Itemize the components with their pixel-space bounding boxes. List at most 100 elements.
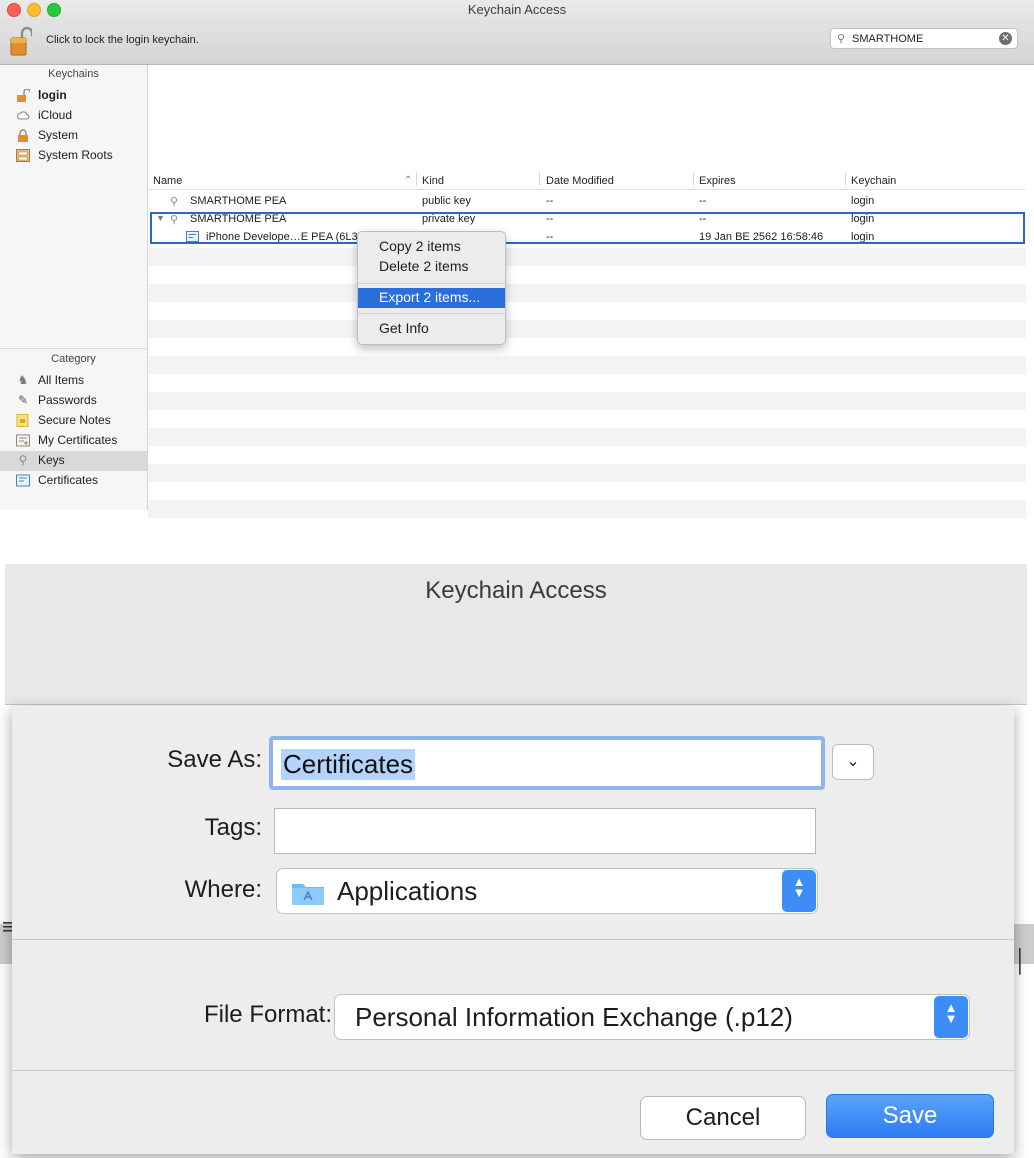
menu-item-label: Copy 2 items	[379, 238, 461, 254]
row-name: SMARTHOME PEA	[190, 195, 287, 207]
sidebar-item-secure-notes[interactable]: Secure Notes	[0, 411, 147, 431]
tags-label: Tags:	[204, 814, 262, 841]
expand-dialog-button[interactable]: ⌄	[832, 744, 874, 780]
sidebar-item-label: My Certificates	[38, 433, 118, 447]
sidebar-item-label: Passwords	[38, 393, 97, 407]
column-divider	[693, 172, 694, 186]
selected-rows-outline	[150, 212, 1025, 244]
items-table-area: Name ⌃ Kind Date Modified Expires Keycha…	[148, 65, 1034, 518]
file-format-label: File Format:	[203, 1001, 332, 1028]
menu-separator	[358, 313, 505, 314]
all-items-icon: ♞	[17, 373, 29, 387]
dialog-window-title: Keychain Access	[425, 577, 607, 604]
sidebar-item-system[interactable]: System	[0, 126, 147, 146]
table-stripe	[148, 356, 1026, 374]
row-date: --	[546, 195, 554, 207]
menu-item-copy[interactable]: Copy 2 items	[358, 237, 505, 257]
menu-item-label: Get Info	[379, 320, 429, 336]
where-popup[interactable]: Applications ▲ ▼	[276, 868, 818, 914]
sidebar-item-label: login	[38, 88, 67, 102]
column-divider	[416, 172, 417, 186]
sidebar-item-keys[interactable]: ⚲ Keys	[0, 451, 147, 471]
table-stripe	[148, 320, 1026, 338]
sort-ascending-icon: ⌃	[404, 175, 413, 186]
lock-open-icon[interactable]	[10, 26, 32, 56]
sidebar-item-label: Certificates	[38, 473, 99, 487]
sidebar-divider	[0, 348, 147, 349]
stepper-arrows-icon: ▲ ▼	[782, 870, 816, 912]
context-menu: Copy 2 items Delete 2 items Export 2 ite…	[357, 231, 506, 345]
search-input-value: SMARTHOME	[852, 33, 924, 45]
window-titlebar: Keychain Access Click to lock the login …	[0, 0, 1034, 65]
key-icon: ⚲	[170, 196, 179, 208]
chevron-down-icon: ⌄	[846, 753, 860, 770]
clear-circle-icon[interactable]: ✕	[999, 32, 1012, 45]
sidebar-item-passwords[interactable]: ✎ Passwords	[0, 391, 147, 411]
row-keychain: login	[851, 195, 875, 207]
sidebar-item-all-items[interactable]: ♞ All Items	[0, 371, 147, 391]
cancel-button[interactable]: Cancel	[640, 1096, 806, 1140]
certificate-icon	[16, 474, 30, 487]
category-header: Category	[51, 353, 96, 365]
where-value: Applications	[337, 876, 478, 906]
save-button[interactable]: Save	[826, 1094, 994, 1138]
file-format-value: Personal Information Exchange (.p12)	[355, 1002, 793, 1032]
menu-separator	[358, 283, 505, 284]
save-as-field[interactable]: Certificates	[269, 736, 825, 790]
table-row[interactable]: ⚲ SMARTHOME PEA public key -- -- login	[148, 192, 1026, 210]
cabinet-icon	[16, 149, 30, 162]
sidebar-item-label: System Roots	[38, 148, 113, 162]
export-dialog-window: Keychain Access ≡ │ Save As: Certificate…	[0, 564, 1034, 1158]
note-icon	[16, 414, 29, 427]
table-stripe	[148, 428, 1026, 446]
stepper-arrows-icon: ▲ ▼	[934, 996, 968, 1038]
table-stripe	[148, 392, 1026, 410]
search-input[interactable]: ⚲ SMARTHOME ✕	[830, 28, 1018, 49]
column-header-kind[interactable]: Kind	[422, 175, 444, 187]
save-as-value: Certificates	[281, 749, 416, 780]
menu-item-delete[interactable]: Delete 2 items	[358, 257, 505, 277]
menu-item-get-info[interactable]: Get Info	[358, 319, 505, 339]
table-stripe	[148, 464, 1026, 482]
sidebar: Keychains login iCloud System System Roo…	[0, 65, 148, 510]
sheet-divider	[12, 939, 1014, 940]
sidebar-item-certificates[interactable]: Certificates	[0, 471, 147, 491]
sidebar-item-system-roots[interactable]: System Roots	[0, 146, 147, 166]
column-header-keychain[interactable]: Keychain	[851, 175, 896, 187]
window-title: Keychain Access	[467, 2, 567, 17]
pen-icon: ✎	[17, 393, 29, 407]
sidebar-item-icloud[interactable]: iCloud	[0, 106, 147, 126]
table-header: Name ⌃ Kind Date Modified Expires Keycha…	[148, 170, 1026, 190]
column-divider	[539, 172, 540, 186]
sidebar-item-label: Secure Notes	[38, 413, 111, 427]
row-expires: --	[699, 195, 707, 207]
file-format-popup[interactable]: Personal Information Exchange (.p12) ▲ ▼	[334, 994, 970, 1040]
table-stripe	[148, 248, 1026, 266]
row-kind: public key	[422, 195, 471, 207]
column-header-name[interactable]: Name	[153, 175, 182, 187]
background-window-fragment: │	[1014, 948, 1028, 973]
lock-status-text: Click to lock the login keychain.	[46, 34, 199, 46]
menu-item-label: Delete 2 items	[379, 258, 469, 274]
sidebar-item-label: System	[38, 128, 79, 142]
sidebar-item-label: iCloud	[38, 108, 73, 122]
certificate-icon	[16, 434, 30, 447]
magnifier-icon: ⚲	[837, 33, 846, 45]
save-sheet: Save As: Certificates ⌄ Tags: Where: App…	[12, 706, 1014, 1154]
folder-icon	[292, 884, 324, 905]
sidebar-item-login[interactable]: login	[0, 86, 147, 106]
sidebar-item-label: Keys	[38, 453, 65, 467]
keychain-access-window: Keychain Access Click to lock the login …	[0, 0, 1034, 518]
column-header-expires[interactable]: Expires	[699, 175, 736, 187]
sheet-divider	[12, 1070, 1014, 1071]
column-divider	[845, 172, 846, 186]
where-label: Where:	[184, 876, 262, 903]
column-header-date-modified[interactable]: Date Modified	[546, 175, 614, 187]
save-as-label: Save As:	[167, 746, 262, 773]
key-icon: ⚲	[18, 453, 28, 467]
keychains-header: Keychains	[48, 68, 99, 80]
sidebar-item-my-certificates[interactable]: My Certificates	[0, 431, 147, 451]
table-stripe	[148, 284, 1026, 302]
tags-field[interactable]	[274, 808, 816, 854]
menu-item-export[interactable]: Export 2 items...	[358, 288, 505, 308]
